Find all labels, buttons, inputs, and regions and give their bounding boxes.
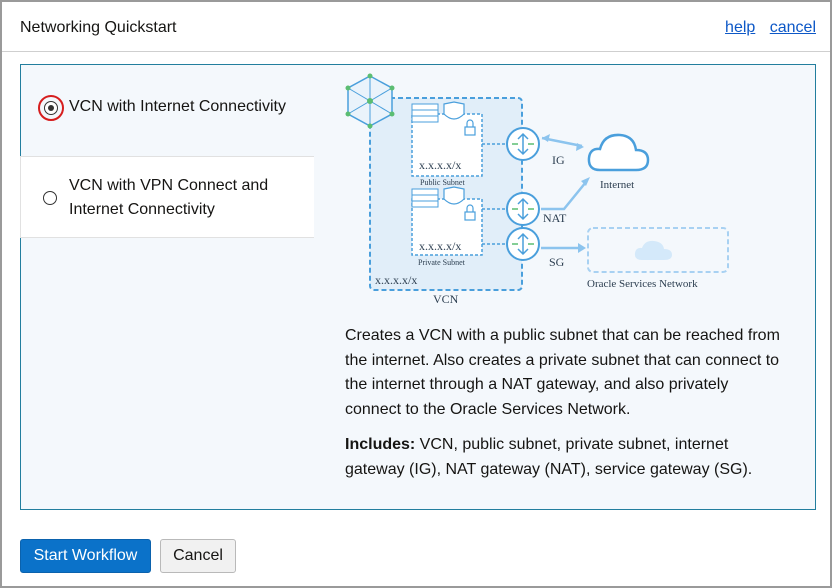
networking-quickstart-dialog: Networking Quickstart help cancel VCN wi…	[0, 0, 832, 588]
radio-button[interactable]	[44, 101, 58, 115]
dialog-header: Networking Quickstart help cancel	[2, 2, 830, 52]
osn-cloud-icon	[634, 240, 672, 260]
nat-gateway-icon	[506, 192, 540, 226]
private-subnet-label: Private Subnet	[418, 258, 466, 267]
nat-label: NAT	[543, 211, 567, 225]
option-label: VCN with VPN Connect and Internet Connec…	[69, 177, 269, 218]
radio-dot	[48, 105, 54, 111]
workflow-options: VCN with Internet Connectivity VCN with …	[20, 64, 314, 238]
private-subnet-cidr: x.x.x.x/x	[419, 239, 461, 253]
public-subnet-cidr: x.x.x.x/x	[419, 158, 461, 172]
internet-gateway-icon	[506, 127, 540, 161]
sg-label: SG	[549, 255, 565, 269]
radio-vpn-connect[interactable]	[43, 191, 57, 205]
option-vpn-connect[interactable]: VCN with VPN Connect and Internet Connec…	[20, 156, 314, 238]
selection-highlight-ring	[38, 95, 64, 121]
network-diagram: x.x.x.x/x Public Subnet x.x.x.x/x Privat…	[345, 73, 729, 306]
includes-label: Includes:	[345, 436, 416, 453]
osn-label: Oracle Services Network	[587, 278, 698, 290]
internet-cloud-icon	[587, 133, 650, 172]
public-subnet-label: Public Subnet	[420, 178, 465, 187]
internet-label: Internet	[600, 179, 634, 191]
start-workflow-button[interactable]: Start Workflow	[20, 539, 151, 573]
ig-label: IG	[552, 153, 565, 167]
dialog-title: Networking Quickstart	[20, 19, 177, 36]
header-links: help cancel	[715, 19, 816, 37]
radio-button[interactable]	[43, 191, 57, 205]
vcn-label: VCN	[433, 292, 459, 306]
option-internet-connectivity[interactable]: VCN with Internet Connectivity	[20, 64, 314, 148]
option-description: Creates a VCN with a public subnet that …	[345, 324, 785, 482]
includes-paragraph: Includes: VCN, public subnet, private su…	[345, 433, 785, 482]
cancel-link[interactable]: cancel	[770, 19, 816, 36]
radio-internet-connectivity[interactable]	[38, 95, 64, 121]
cancel-button[interactable]: Cancel	[160, 539, 236, 573]
option-label: VCN with Internet Connectivity	[69, 98, 286, 115]
vcn-cidr: x.x.x.x/x	[375, 273, 417, 287]
description-text: Creates a VCN with a public subnet that …	[345, 327, 780, 418]
help-link[interactable]: help	[725, 19, 755, 36]
service-gateway-icon	[506, 227, 540, 261]
